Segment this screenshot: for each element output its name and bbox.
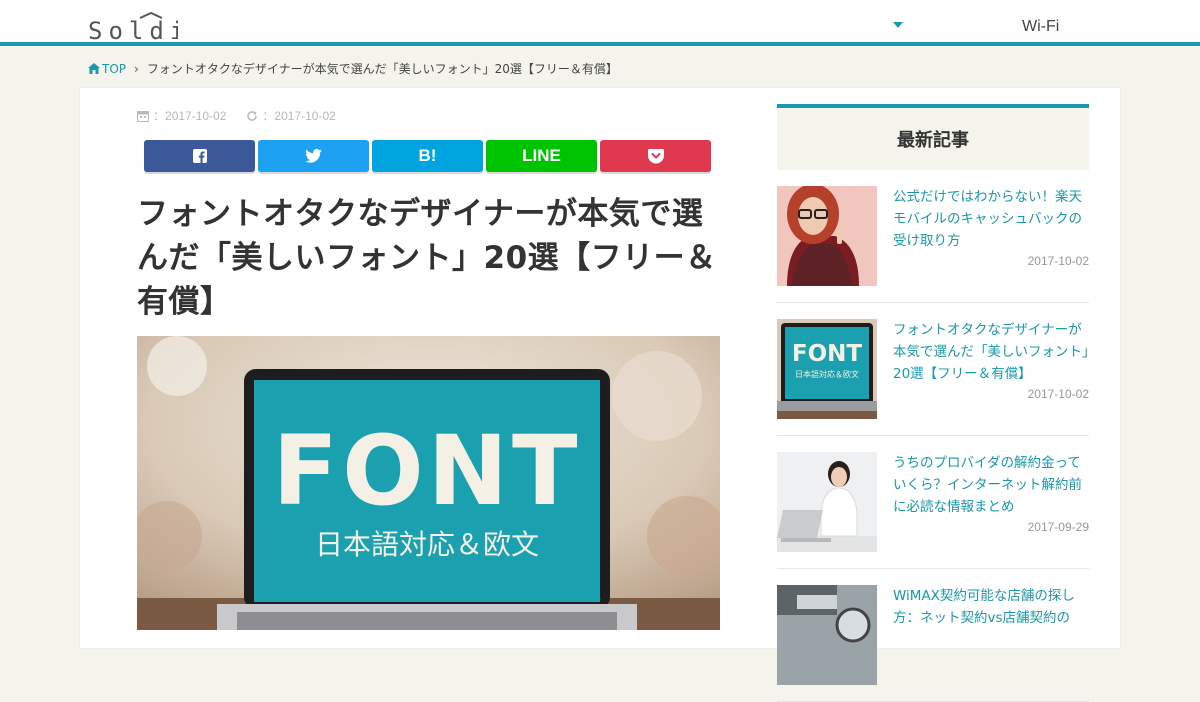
sidebar-article-date: 2017-09-29 [1027,520,1089,534]
laptop-font-thumbnail: FONT 日本語対応＆欧文 [777,319,877,419]
updated-date-value: 2017-10-02 [274,108,336,123]
refresh-icon [247,110,258,121]
map-search-thumbnail [777,585,877,685]
breadcrumb-current: フォントオタクなデザイナーが本気で選んだ「美しいフォント」20選【フリー＆有償】 [146,62,618,76]
calendar-icon [137,110,149,122]
sidebar-article-item[interactable]: FONT 日本語対応＆欧文 フォントオタクなデザイナーが本気で選んだ「美しいフォ… [777,319,1089,436]
svg-text:Soldi: Soldi [88,17,178,42]
hero-big-text: FONT [272,415,581,527]
woman-portrait-thumbnail [777,186,877,286]
logo-mark: Soldi [88,12,178,42]
article-title: フォントオタクなデザイナーが本気で選んだ「美しいフォント」20選【フリー＆有償】 [137,196,717,320]
article-thumbnail[interactable] [777,186,877,286]
sidebar-article-title[interactable]: フォントオタクなデザイナーが本気で選んだ「美しいフォント」20選【フリー＆有償】 [893,319,1089,385]
thumb-big-text: FONT [792,341,863,367]
share-twitter-button[interactable] [258,140,369,172]
sidebar-heading: 最新記事 [777,104,1089,170]
breadcrumb-home-link[interactable]: TOP [88,62,126,76]
published-date: ： 2017-10-02 [137,107,226,124]
nav-item-wifi[interactable]: Wi-Fi [1022,18,1059,36]
home-icon [88,63,100,74]
sidebar-article-date: 2017-10-02 [1027,254,1089,268]
updated-date-prefix: ： [262,109,275,123]
article-thumbnail[interactable]: FONT 日本語対応＆欧文 [777,319,877,419]
nav-dropdown-caret-icon[interactable] [893,22,903,28]
article-dates: ： 2017-10-02 ： 2017-10-02 [137,107,356,124]
sidebar-article-title[interactable]: うちのプロバイダの解約金っていくら？インターネット解約前に必読な情報まとめ [893,452,1089,518]
sidebar-article-item[interactable]: うちのプロバイダの解約金っていくら？インターネット解約前に必読な情報まとめ 20… [777,452,1089,569]
breadcrumb-home-label: TOP [102,61,127,76]
published-date-value: 2017-10-02 [165,108,227,123]
sidebar-article-date: 2017-10-02 [1027,387,1089,401]
thumb-sub-text: 日本語対応＆欧文 [795,369,859,379]
sidebar-article-title[interactable]: 公式だけではわからない！楽天モバイルのキャッシュバックの受け取り方 [893,186,1089,252]
share-buttons: B! LINE [144,140,714,172]
twitter-icon [305,149,322,163]
woman-laptop-thumbnail [777,452,877,552]
share-facebook-button[interactable] [144,140,255,172]
sidebar-article-title[interactable]: WiMAX契約可能な店舗の探し方：ネット契約vs店舗契約の [893,585,1089,629]
breadcrumb: TOP › フォントオタクなデザイナーが本気で選んだ「美しいフォント」20選【フ… [88,60,618,77]
site-logo[interactable]: Soldi [88,10,178,42]
updated-date: ： 2017-10-02 [246,107,336,124]
facebook-icon [192,149,207,163]
sidebar-article-item[interactable]: 公式だけではわからない！楽天モバイルのキャッシュバックの受け取り方 2017-1… [777,186,1089,303]
published-date-prefix: ： [153,109,166,123]
share-pocket-button[interactable] [600,140,711,172]
laptop-font-illustration: FONT 日本語対応＆欧文 [137,336,720,630]
share-line-button[interactable]: LINE [486,140,597,172]
share-hatena-button[interactable]: B! [372,140,483,172]
site-header: Soldi Wi-Fi [0,0,1200,46]
sidebar-article-item[interactable]: WiMAX契約可能な店舗の探し方：ネット契約vs店舗契約の [777,585,1089,702]
pocket-icon [647,148,664,163]
hero-sub-text: 日本語対応＆欧文 [315,528,539,561]
article-thumbnail[interactable] [777,585,877,685]
article-hero-image: FONT 日本語対応＆欧文 [137,336,720,630]
article-thumbnail[interactable] [777,452,877,552]
chevron-right-icon: › [134,61,139,76]
